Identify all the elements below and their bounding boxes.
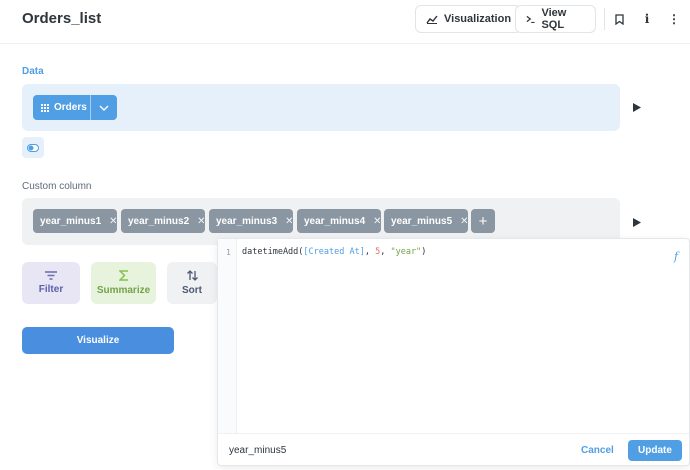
- visualize-button[interactable]: Visualize: [22, 327, 174, 354]
- close-icon[interactable]: ✕: [373, 216, 381, 227]
- close-icon[interactable]: ✕: [285, 216, 293, 227]
- terminal-icon: [526, 15, 535, 23]
- custom-column-pill-label: year_minus2: [128, 215, 190, 227]
- editor-gutter: 1: [218, 239, 237, 433]
- code-separator: ,: [380, 247, 391, 257]
- custom-column-pill[interactable]: year_minus5 ✕: [384, 209, 469, 233]
- view-sql-label: View SQL: [541, 7, 567, 31]
- grid-icon: [41, 103, 49, 112]
- visualization-button[interactable]: Visualization: [415, 5, 523, 33]
- custom-column-pill[interactable]: year_minus2 ✕: [121, 209, 206, 233]
- app-header: Orders_list Visualization View SQL i ⋮: [0, 0, 690, 44]
- toggle-icon[interactable]: [22, 137, 44, 158]
- view-sql-button[interactable]: View SQL: [515, 5, 596, 33]
- filter-icon: [45, 271, 57, 280]
- sigma-icon: [118, 270, 128, 281]
- custom-column-pill[interactable]: year_minus1 ✕: [33, 209, 118, 233]
- add-custom-column-button[interactable]: +: [471, 209, 495, 233]
- play-icon[interactable]: [633, 218, 641, 227]
- summarize-button[interactable]: Summarize: [91, 262, 156, 304]
- expression-editor-popover: 1 datetimeAdd([Created At], 5, "year") f…: [217, 238, 690, 466]
- custom-column-pill-label: year_minus3: [216, 215, 278, 227]
- chart-line-icon: [426, 15, 438, 24]
- close-icon[interactable]: ✕: [197, 216, 205, 227]
- page-title: Orders_list: [22, 10, 102, 27]
- filter-label: Filter: [38, 284, 64, 295]
- sort-button[interactable]: Sort: [167, 262, 217, 304]
- cancel-button[interactable]: Cancel: [581, 445, 614, 456]
- summarize-label: Summarize: [96, 285, 151, 296]
- data-source-picker[interactable]: Orders: [33, 95, 117, 120]
- code-field: [Created At]: [303, 247, 365, 257]
- play-icon[interactable]: [633, 103, 641, 112]
- info-icon[interactable]: i: [640, 11, 654, 27]
- data-source-dropdown[interactable]: [91, 95, 117, 120]
- sort-icon: [186, 270, 198, 281]
- custom-column-label: Custom column: [22, 181, 92, 192]
- code-string: "year": [390, 247, 422, 257]
- custom-column-pill[interactable]: year_minus3 ✕: [209, 209, 294, 233]
- more-vertical-icon[interactable]: ⋮: [667, 11, 681, 27]
- line-number: 1: [226, 248, 231, 257]
- visualization-label: Visualization: [444, 13, 512, 25]
- filter-button[interactable]: Filter: [22, 262, 80, 304]
- data-source-main[interactable]: Orders: [33, 95, 91, 120]
- custom-column-pill[interactable]: year_minus4 ✕: [297, 209, 382, 233]
- code-function: datetimeAdd(: [242, 247, 304, 257]
- sort-label: Sort: [182, 285, 202, 296]
- custom-column-pill-label: year_minus4: [304, 215, 366, 227]
- header-divider: [604, 8, 605, 30]
- update-button[interactable]: Update: [628, 440, 682, 461]
- code-separator: ,: [364, 247, 376, 257]
- code-close-paren: ): [421, 247, 427, 257]
- data-source-label: Orders: [54, 102, 87, 113]
- column-name-input[interactable]: year_minus5: [229, 445, 286, 456]
- data-step: Orders: [22, 84, 620, 131]
- bookmark-icon[interactable]: [612, 11, 626, 27]
- chevron-down-icon: [99, 105, 109, 111]
- editor-footer: year_minus5 Cancel Update: [218, 433, 689, 465]
- close-icon[interactable]: ✕: [109, 216, 117, 227]
- data-section-label: Data: [22, 66, 44, 77]
- close-icon[interactable]: ✕: [460, 216, 468, 227]
- custom-column-pill-label: year_minus5: [391, 215, 453, 227]
- function-icon[interactable]: f: [674, 250, 678, 263]
- expression-editor[interactable]: 1 datetimeAdd([Created At], 5, "year") f: [218, 239, 689, 433]
- expression-code[interactable]: datetimeAdd([Created At], 5, "year"): [242, 247, 426, 257]
- custom-column-pill-label: year_minus1: [40, 215, 102, 227]
